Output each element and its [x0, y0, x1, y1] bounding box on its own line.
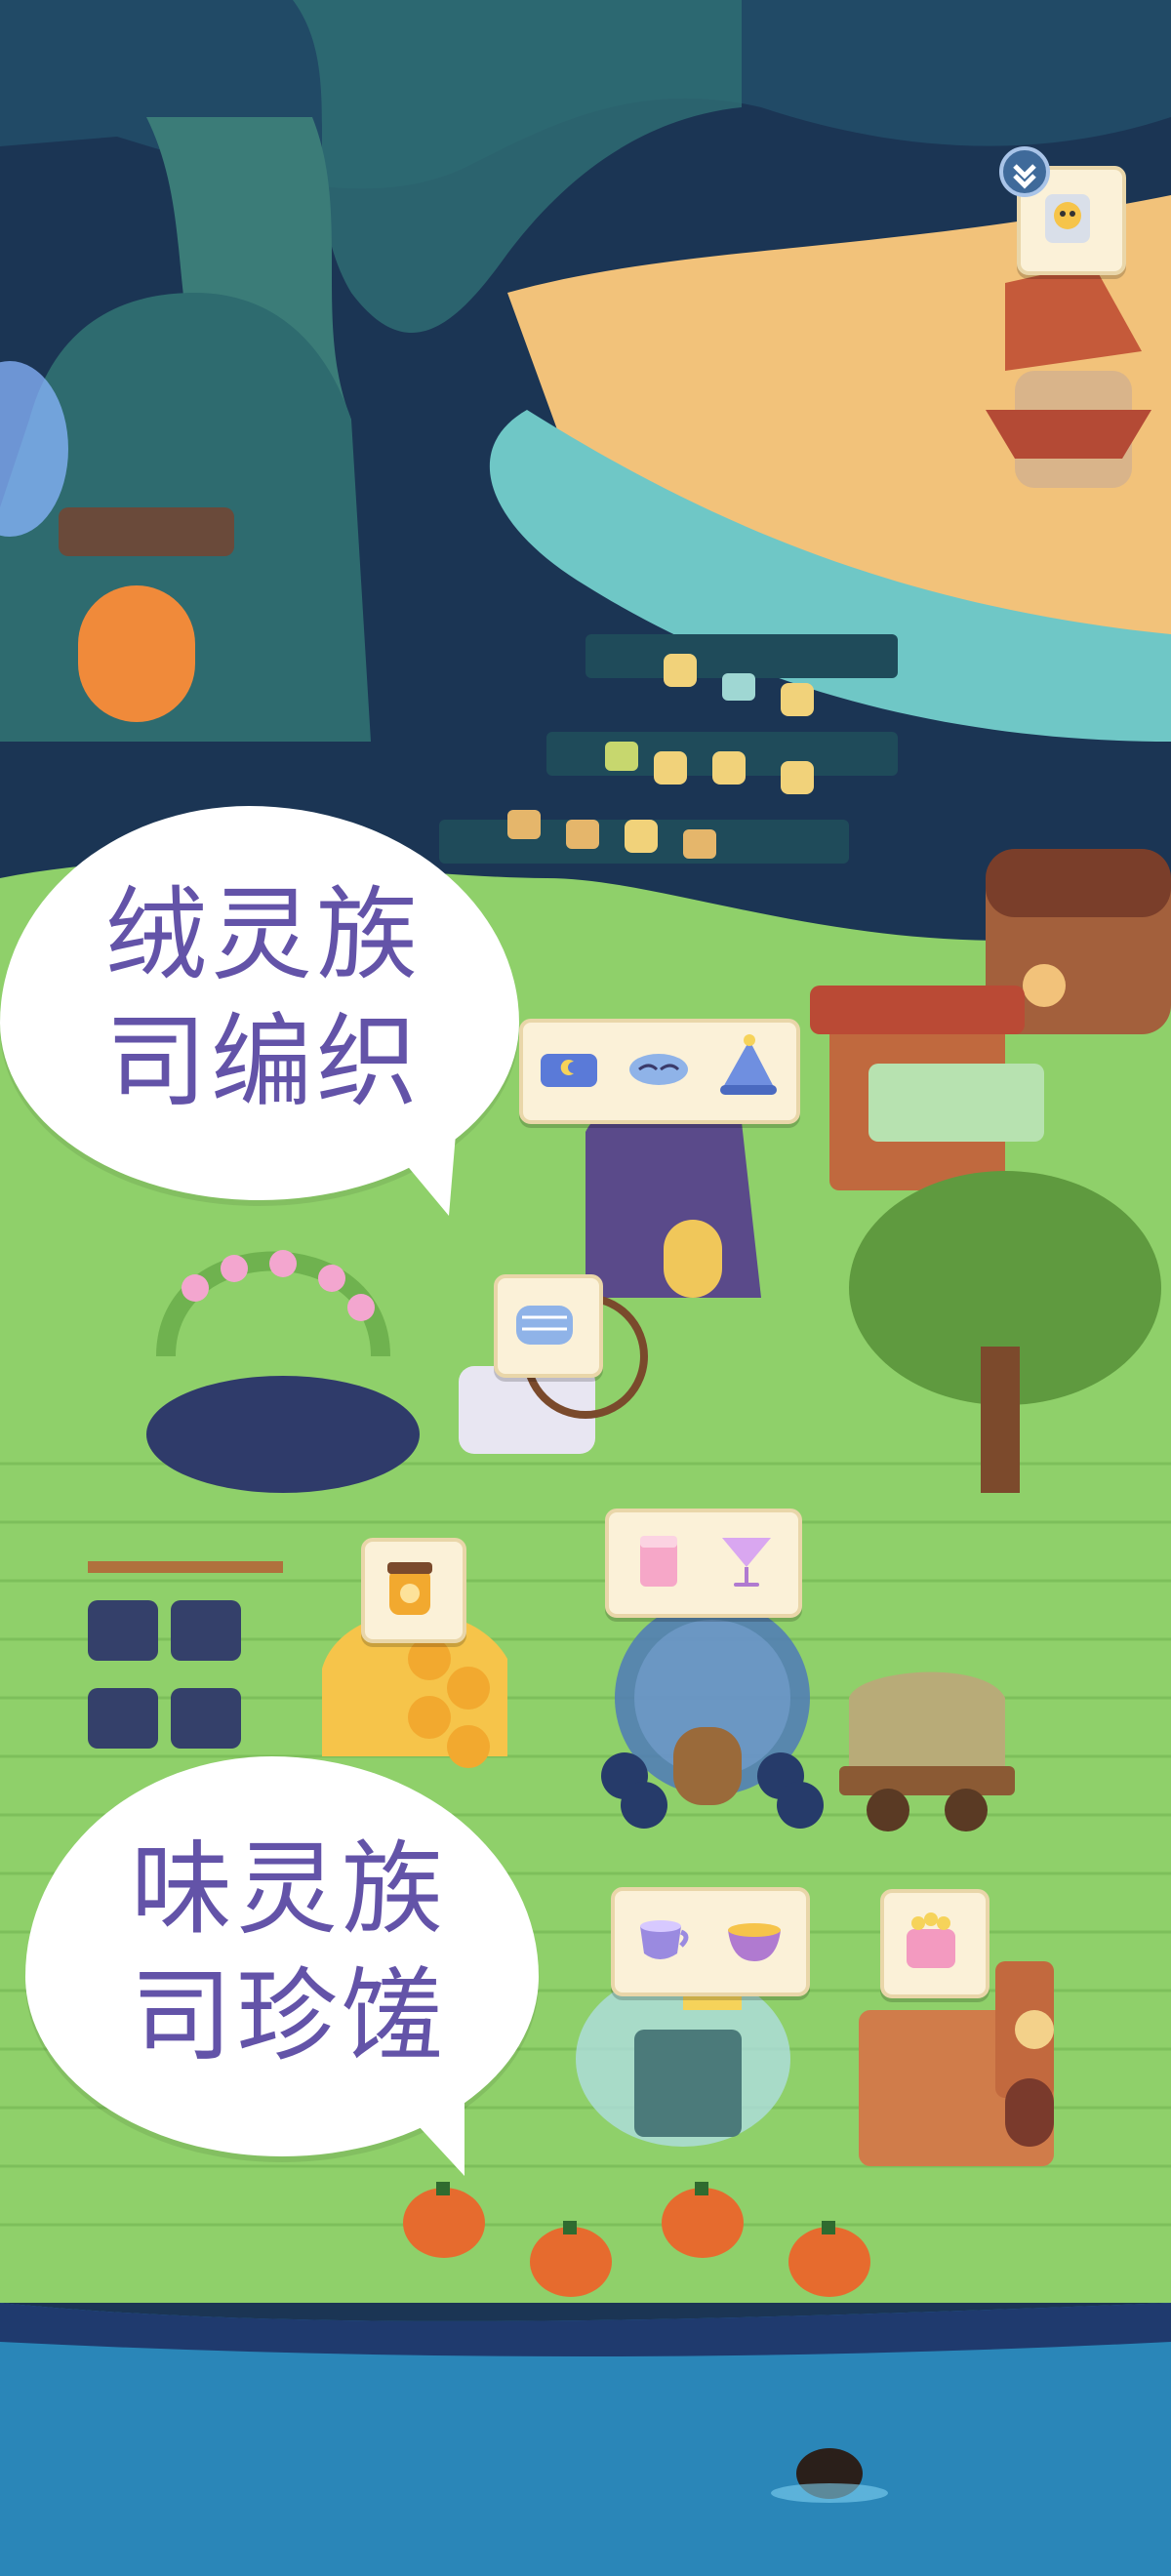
- drinks-card[interactable]: [605, 1509, 802, 1618]
- sleep-mask-icon: [629, 1054, 688, 1085]
- bubble-line-1: 味灵族: [130, 1830, 447, 1949]
- speech-bubble-plush-clan: 绒灵族 司编织: [0, 806, 527, 1216]
- teacup-icon: [640, 1920, 689, 1959]
- candy-box-icon: [907, 1912, 955, 1968]
- speech-bubble-taste-clan: 味灵族 司珍馐: [25, 1756, 552, 2176]
- expand-chevron-icon[interactable]: [997, 144, 1052, 199]
- nightcap-icon: [720, 1034, 777, 1095]
- honey-jar-icon: [387, 1562, 432, 1615]
- sleep-set-card[interactable]: [519, 1019, 800, 1124]
- juice-glass-icon: [640, 1536, 677, 1587]
- candy-card[interactable]: [880, 1889, 989, 1998]
- blanket-icon: [541, 1054, 597, 1087]
- fabric-card[interactable]: [494, 1274, 603, 1378]
- honey-card[interactable]: [361, 1538, 466, 1643]
- bubble-line-1: 绒灵族: [104, 875, 422, 994]
- bubble-line-2: 司编织: [104, 1002, 422, 1121]
- tea-bowl-icon: [728, 1923, 781, 1961]
- cocktail-icon: [722, 1538, 771, 1587]
- tea-card[interactable]: [611, 1887, 810, 1996]
- bubble-line-2: 司珍馐: [130, 1956, 447, 2075]
- fabric-roll-icon: [516, 1306, 573, 1345]
